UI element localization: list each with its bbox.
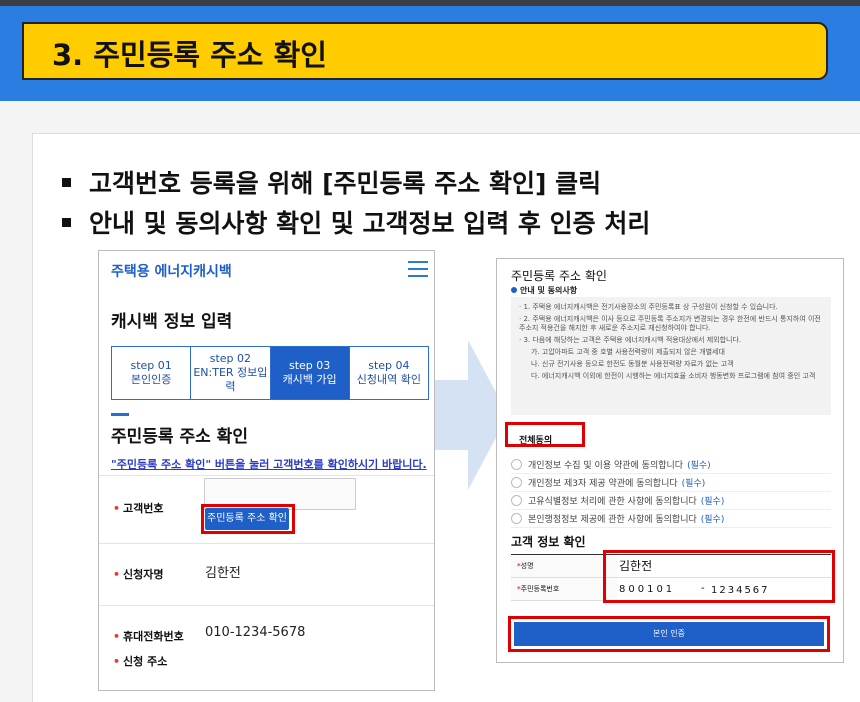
bullet-square-icon [62, 177, 71, 187]
customer-info-title: 고객 정보 확인 [511, 535, 586, 549]
step-1[interactable]: step 01 본인인증 [112, 347, 192, 399]
bullet-1-text: 고객번호 등록을 위해 [주민등록 주소 확인] 클릭 [89, 169, 602, 198]
step-4[interactable]: step 04 신청내역 확인 [350, 347, 428, 399]
right-title: 주민등록 주소 확인 [511, 269, 607, 283]
applicant-label: 신청자명 [123, 568, 164, 581]
step-3-active[interactable]: step 03 캐시백 가입 [270, 347, 350, 399]
customer-no-label: 고객번호 [123, 502, 164, 515]
left-screen: 주택용 에너지캐시백 캐시백 정보 입력 step 01 본인인증 step 02… [98, 250, 435, 691]
bullet-square-icon [62, 217, 71, 227]
form-row-address: • 신청 주소 [113, 655, 168, 668]
section-title: 캐시백 정보 입력 [111, 312, 233, 332]
top-strip [0, 0, 860, 6]
agreement-item[interactable]: 개인정보 제3자 제공 약관에 동의합니다 (필수) [511, 474, 831, 492]
top-banner: 3. 주민등록 주소 확인 [0, 0, 860, 101]
step-2[interactable]: step 02 EN:TER 정보입력 [191, 347, 271, 399]
hamburger-menu-icon[interactable] [408, 261, 428, 277]
page-title: 3. 주민등록 주소 확인 [52, 38, 327, 72]
notice-box: · 1. 주택용 에너지캐시백은 전기사용장소의 주민등록표 상 구성원이 신청… [511, 297, 831, 415]
bullet-1: 고객번호 등록을 위해 [주민등록 주소 확인] 클릭 [62, 164, 601, 200]
checkbox-icon [511, 477, 522, 488]
notice-subtitle: 안내 및 동의사항 [511, 285, 577, 296]
checkbox-icon [511, 495, 522, 506]
checkbox-icon [511, 459, 522, 470]
bullet-2: 안내 및 동의사항 확인 및 고객정보 입력 후 인증 처리 [62, 204, 650, 240]
highlight-box [201, 504, 295, 534]
rrn-label: 주민등록번호 [520, 585, 560, 593]
brand-logo: 주택용 에너지캐시백 [111, 264, 232, 280]
highlight-box [505, 422, 585, 447]
step-nav: step 01 본인인증 step 02 EN:TER 정보입력 step 03 캐시… [111, 346, 429, 400]
bullet-dot-icon [511, 287, 517, 293]
notice-text: "주민등록 주소 확인" 버튼을 눌러 고객번호를 확인하시기 바랍니다. [111, 458, 427, 471]
title-box: 3. 주민등록 주소 확인 [22, 22, 828, 80]
checkbox-icon [511, 513, 522, 524]
form-row-applicant: • 신청자명 김한전 [99, 543, 434, 606]
address-label: 신청 주소 [123, 655, 168, 668]
highlight-box [508, 616, 830, 652]
applicant-value: 김한전 [205, 566, 241, 581]
highlight-box [603, 550, 835, 603]
agreement-item[interactable]: 개인정보 수집 및 이용 약관에 동의합니다 (필수) [511, 456, 831, 474]
bullet-2-text: 안내 및 동의사항 확인 및 고객정보 입력 후 인증 처리 [89, 209, 651, 238]
agreement-item[interactable]: 본인행정정보 제공에 관한 사항에 동의합니다 (필수) [511, 510, 831, 528]
name-label: 성명 [520, 562, 534, 570]
section-accent-bar [111, 413, 129, 416]
section-title-address: 주민등록 주소 확인 [111, 427, 248, 447]
agreement-item[interactable]: 고유식별정보 처리에 관한 사항에 동의합니다 (필수) [511, 492, 831, 510]
agreement-list: 개인정보 수집 및 이용 약관에 동의합니다 (필수) 개인정보 제3자 제공 약… [511, 456, 831, 528]
